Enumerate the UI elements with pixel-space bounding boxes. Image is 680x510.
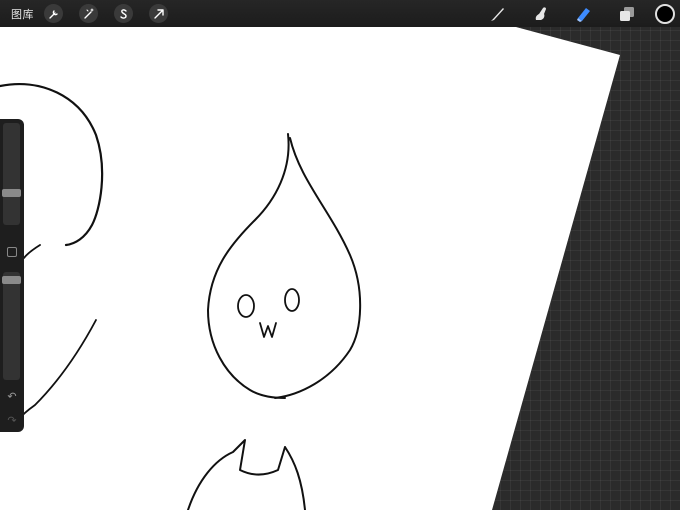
brush-icon[interactable] — [487, 3, 509, 25]
color-swatch[interactable] — [655, 3, 675, 24]
wrench-icon[interactable] — [44, 4, 63, 23]
eraser-icon[interactable] — [573, 3, 595, 25]
magic-wand-icon[interactable] — [79, 4, 98, 23]
opacity-thumb[interactable] — [2, 276, 21, 284]
left-sidebar: ↶ ↷ — [0, 119, 24, 432]
opacity-slider[interactable] — [2, 272, 21, 380]
arrow-cursor-icon[interactable] — [149, 4, 168, 23]
canvas-paper — [0, 27, 620, 510]
modify-button[interactable] — [7, 247, 17, 257]
brush-size-slider[interactable] — [2, 123, 21, 225]
top-toolbar: 图库 — [0, 0, 680, 27]
undo-icon[interactable]: ↶ — [4, 391, 20, 403]
right-tool-group — [466, 0, 680, 27]
smudge-icon[interactable] — [530, 3, 552, 25]
gallery-button[interactable]: 图库 — [11, 6, 34, 22]
brush-size-thumb[interactable] — [2, 189, 21, 197]
selection-s-icon[interactable] — [114, 4, 133, 23]
redo-icon[interactable]: ↷ — [4, 415, 20, 427]
layers-icon[interactable] — [616, 3, 638, 25]
drawing-canvas[interactable] — [0, 0, 680, 510]
